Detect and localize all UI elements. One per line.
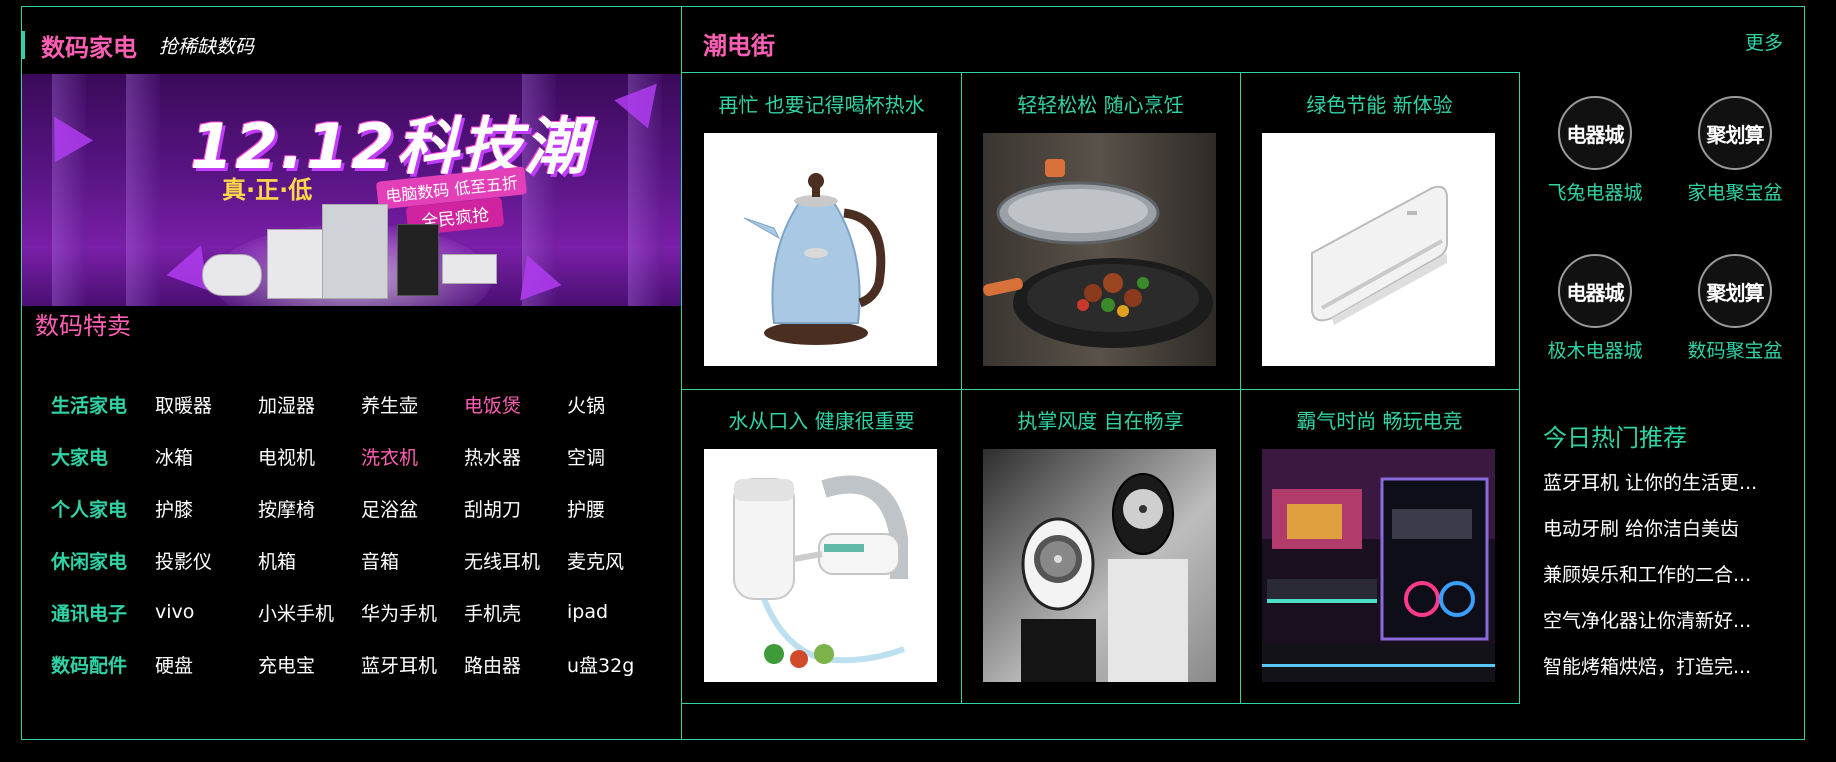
category-row: 生活家电 取暖器 加湿器 养生壶 电饭煲 火锅 (51, 378, 671, 430)
gaming-pc-image[interactable] (1262, 449, 1495, 682)
category-row: 通讯电子 vivo 小米手机 华为手机 手机壳 ipad (51, 586, 671, 638)
category-link[interactable]: 护膝 (155, 495, 258, 522)
store-logo[interactable]: 电器城 (1558, 254, 1632, 328)
product-card[interactable]: 轻轻松松 随心烹饪 (961, 73, 1240, 389)
product-card[interactable]: 执掌风度 自在畅享 (961, 389, 1240, 705)
product-card[interactable]: 水从口入 健康很重要 (682, 389, 961, 705)
product-grid: 再忙 也要记得喝杯热水 轻轻松松 随心烹饪 绿色节能 新体验 水从口入 健康很重… (681, 72, 1520, 704)
category-link[interactable]: 麦克风 (567, 547, 670, 574)
section-subtitle[interactable]: 抢稀缺数码 (159, 32, 254, 59)
list-item[interactable]: 蓝牙耳机 让你的生活更... (1543, 468, 1783, 514)
category-link[interactable]: 音箱 (361, 547, 464, 574)
category-link[interactable]: 空调 (567, 443, 670, 470)
washing-machine-image (267, 229, 327, 299)
decor-shape (614, 74, 674, 129)
category-head[interactable]: 数码配件 (51, 651, 155, 678)
category-link[interactable]: 无线耳机 (464, 547, 567, 574)
today-hot-title: 今日热门推荐 (1543, 424, 1687, 452)
trend-street-title[interactable]: 潮电街 (703, 26, 775, 61)
store-name[interactable]: 飞兔电器城 (1530, 178, 1660, 205)
store-item[interactable]: 聚划算 数码聚宝盆 (1670, 254, 1800, 363)
category-link[interactable]: 冰箱 (155, 443, 258, 470)
category-row: 数码配件 硬盘 充电宝 蓝牙耳机 路由器 u盘32g (51, 638, 671, 690)
category-head[interactable]: 通讯电子 (51, 599, 155, 626)
product-title[interactable]: 再忙 也要记得喝杯热水 (682, 89, 961, 118)
list-item[interactable]: 兼顾娱乐和工作的二合... (1543, 560, 1783, 606)
category-link[interactable]: 足浴盆 (361, 495, 464, 522)
section-title[interactable]: 数码家电 (41, 28, 137, 63)
air-conditioner-image (442, 254, 497, 284)
list-item[interactable]: 智能烤箱烘焙，打造完... (1543, 652, 1783, 698)
kettle-image[interactable] (704, 133, 937, 366)
category-link[interactable]: vivo (155, 601, 258, 623)
banner-slogan: 真·正·低 (222, 176, 313, 204)
category-link[interactable]: 洗衣机 (361, 443, 464, 470)
cookware-image[interactable] (983, 133, 1216, 366)
store-logo[interactable]: 聚划算 (1698, 254, 1772, 328)
category-link[interactable]: 手机壳 (464, 599, 567, 626)
category-link[interactable]: 加湿器 (258, 391, 361, 418)
category-link[interactable]: 蓝牙耳机 (361, 651, 464, 678)
store-name[interactable]: 数码聚宝盆 (1670, 336, 1800, 363)
product-card[interactable]: 霸气时尚 畅玩电竞 (1240, 389, 1519, 705)
store-item[interactable]: 电器城 极木电器城 (1530, 254, 1660, 363)
desk-fan-image[interactable] (983, 449, 1216, 682)
category-grid: 生活家电 取暖器 加湿器 养生壶 电饭煲 火锅 大家电 冰箱 电视机 洗衣机 热… (51, 378, 671, 690)
store-name[interactable]: 极木电器城 (1530, 336, 1660, 363)
category-head[interactable]: 个人家电 (51, 495, 155, 522)
product-title[interactable]: 绿色节能 新体验 (1240, 89, 1519, 118)
category-link[interactable]: 热水器 (464, 443, 567, 470)
digital-appliances-panel: 数码家电 抢稀缺数码 12.12科技潮 真·正·低 电脑数码 低至五折 全民疯抢… (21, 6, 682, 740)
category-link[interactable]: 机箱 (258, 547, 361, 574)
category-link[interactable]: 华为手机 (361, 599, 464, 626)
category-link[interactable]: 护腰 (567, 495, 670, 522)
product-title[interactable]: 水从口入 健康很重要 (682, 405, 961, 434)
category-link[interactable]: 路由器 (464, 651, 567, 678)
category-link[interactable]: 刮胡刀 (464, 495, 567, 522)
category-link[interactable]: 小米手机 (258, 599, 361, 626)
promo-banner[interactable]: 12.12科技潮 真·正·低 电脑数码 低至五折 全民疯抢 (22, 74, 681, 306)
category-link[interactable]: 取暖器 (155, 391, 258, 418)
store-name[interactable]: 家电聚宝盆 (1670, 178, 1800, 205)
store-logo[interactable]: 电器城 (1558, 96, 1632, 170)
store-item[interactable]: 电器城 飞兔电器城 (1530, 96, 1660, 205)
product-card[interactable]: 再忙 也要记得喝杯热水 (682, 73, 961, 389)
today-hot-list: 蓝牙耳机 让你的生活更... 电动牙刷 给你洁白美齿 兼顾娱乐和工作的二合...… (1543, 468, 1783, 698)
fridge-image (397, 224, 439, 296)
product-title[interactable]: 霸气时尚 畅玩电竞 (1240, 405, 1519, 434)
store-item[interactable]: 聚划算 家电聚宝盆 (1670, 96, 1800, 205)
heater-image (322, 204, 388, 299)
category-link[interactable]: 电饭煲 (464, 391, 567, 418)
store-logo[interactable]: 聚划算 (1698, 96, 1772, 170)
category-row: 休闲家电 投影仪 机箱 音箱 无线耳机 麦克风 (51, 534, 671, 586)
list-item[interactable]: 空气净化器让你清新好... (1543, 606, 1783, 652)
category-link[interactable]: ipad (567, 601, 670, 623)
category-link[interactable]: 充电宝 (258, 651, 361, 678)
product-title[interactable]: 轻轻松松 随心烹饪 (961, 89, 1240, 118)
left-header: 数码家电 抢稀缺数码 (21, 28, 254, 63)
title-accent-bar (21, 31, 25, 59)
product-title[interactable]: 执掌风度 自在畅享 (961, 405, 1240, 434)
more-link[interactable]: 更多 (1745, 28, 1783, 55)
list-item[interactable]: 电动牙刷 给你洁白美齿 (1543, 514, 1783, 560)
product-card[interactable]: 绿色节能 新体验 (1240, 73, 1519, 389)
category-head[interactable]: 休闲家电 (51, 547, 155, 574)
banner-pillar (126, 74, 160, 306)
category-head[interactable]: 生活家电 (51, 391, 155, 418)
air-conditioner-image[interactable] (1262, 133, 1495, 366)
water-heater-image (202, 254, 262, 296)
category-link[interactable]: 按摩椅 (258, 495, 361, 522)
category-link[interactable]: u盘32g (567, 651, 670, 678)
category-row: 大家电 冰箱 电视机 洗衣机 热水器 空调 (51, 430, 671, 482)
category-link[interactable]: 硬盘 (155, 651, 258, 678)
water-purifier-image[interactable] (704, 449, 937, 682)
category-link[interactable]: 火锅 (567, 391, 670, 418)
category-head[interactable]: 大家电 (51, 443, 155, 470)
category-link[interactable]: 养生壶 (361, 391, 464, 418)
category-link[interactable]: 投影仪 (155, 547, 258, 574)
category-row: 个人家电 护膝 按摩椅 足浴盆 刮胡刀 护腰 (51, 482, 671, 534)
category-link[interactable]: 电视机 (258, 443, 361, 470)
hot-sale-title: 数码特卖 (35, 312, 131, 340)
